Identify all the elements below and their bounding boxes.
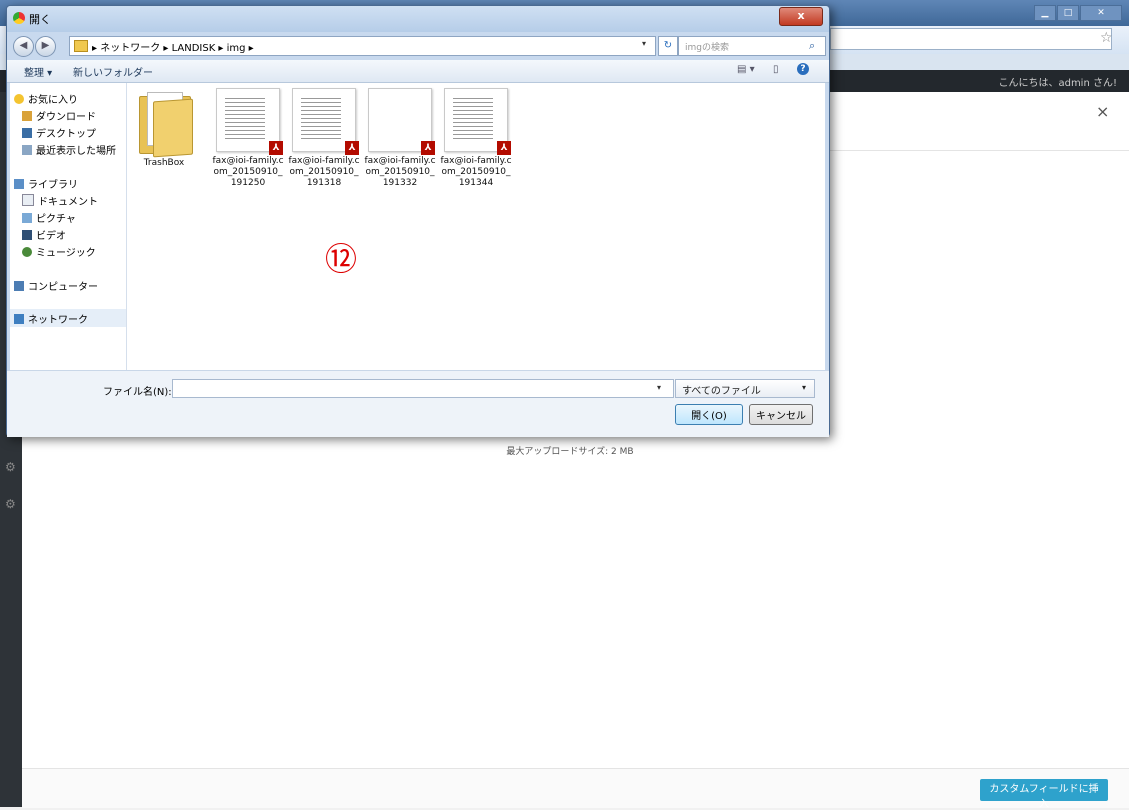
help-icon[interactable]: ? [797, 63, 809, 75]
chevron-down-icon: ▾ [802, 383, 807, 392]
network-icon [14, 314, 24, 324]
file-name: fax@ioi-family.com_20150910_191318 [288, 156, 360, 188]
nav-item-videos[interactable]: ビデオ [22, 227, 66, 243]
computer-icon [14, 281, 24, 291]
file-name: fax@ioi-family.com_20150910_191250 [212, 156, 284, 188]
nav-item-desktop[interactable]: デスクトップ [22, 125, 96, 141]
nav-label: ネットワーク [28, 315, 88, 326]
modal-footer [22, 768, 1129, 808]
music-icon [22, 247, 32, 257]
desktop-icon [22, 128, 32, 138]
file-item-pdf[interactable]: ⅄ fax@ioi-family.com_20150910_191344 [439, 88, 513, 189]
nav-item-music[interactable]: ミュージック [22, 244, 96, 260]
chevron-down-icon[interactable]: ▾ [642, 39, 646, 48]
file-item-pdf[interactable]: ⅄ fax@ioi-family.com_20150910_191318 [287, 88, 361, 189]
nav-label: ビデオ [36, 231, 66, 242]
breadcrumb[interactable]: ▸ ネットワーク ▸ LANDISK ▸ img ▸ ▾ [69, 36, 656, 56]
annotation-number: ⑫ [325, 240, 358, 278]
nav-label: ドキュメント [38, 197, 98, 208]
nav-item-documents[interactable]: ドキュメント [22, 193, 98, 209]
chrome-icon [13, 12, 25, 24]
nav-item-pictures[interactable]: ピクチャ [22, 210, 76, 226]
nav-item-libraries[interactable]: ライブラリ [14, 176, 78, 192]
dialog-titlebar: 開く x [7, 6, 829, 32]
nav-label: ライブラリ [28, 180, 78, 191]
file-item-folder[interactable]: TrashBox [127, 88, 201, 169]
command-bar: 整理 ▾ 新しいフォルダー ▤ ▾ ▯ ? [7, 60, 829, 83]
dialog-title: 開く [29, 13, 51, 26]
cancel-button[interactable]: キャンセル [749, 404, 813, 425]
dialog-close-button[interactable]: x [779, 7, 823, 26]
nav-item-recent[interactable]: 最近表示した場所 [22, 142, 116, 158]
preview-pane-button[interactable]: ▯ [773, 64, 779, 75]
file-name: fax@ioi-family.com_20150910_191344 [440, 156, 512, 188]
window-maximize-button[interactable]: □ [1057, 5, 1079, 21]
pdf-thumbnail-icon: ⅄ [292, 88, 359, 155]
gear-icon[interactable]: ⚙ [5, 497, 16, 511]
library-icon [14, 179, 24, 189]
recent-places-icon [22, 145, 32, 155]
search-placeholder: imgの検索 [685, 43, 729, 53]
video-icon [22, 230, 32, 240]
pdf-badge-icon: ⅄ [269, 141, 283, 155]
nav-label: コンピューター [28, 282, 98, 293]
folder-icon [135, 88, 193, 158]
file-open-dialog: 開く x ◀ ▶ ▸ ネットワーク ▸ LANDISK ▸ img ▸ ▾ ↻ … [6, 5, 830, 437]
insert-into-custom-field-button[interactable]: カスタムフィールドに挿入 [980, 779, 1108, 810]
forward-button[interactable]: ▶ [35, 36, 56, 57]
navigation-pane: お気に入り ダウンロード デスクトップ 最近表示した場所 ライブラリ ドキュメン… [10, 83, 127, 370]
admin-greeting[interactable]: こんにちは、admin さん! [998, 74, 1117, 89]
search-icon[interactable]: ⌕ [809, 39, 815, 53]
pdf-thumbnail-icon: ⅄ [368, 88, 435, 155]
file-list: TrashBox ⅄ fax@ioi-family.com_20150910_1… [127, 83, 825, 370]
window-close-button[interactable]: ✕ [1080, 5, 1122, 21]
filetype-value: すべてのファイル [682, 386, 761, 397]
nav-label: デスクトップ [36, 129, 96, 140]
pdf-thumbnail-icon: ⅄ [444, 88, 511, 155]
file-name: fax@ioi-family.com_20150910_191332 [364, 156, 436, 188]
document-icon [22, 194, 34, 206]
open-button[interactable]: 開く(O) [675, 404, 743, 425]
organize-menu[interactable]: 整理 ▾ [24, 64, 52, 79]
nav-item-downloads[interactable]: ダウンロード [22, 108, 96, 124]
star-icon [14, 94, 24, 104]
nav-item-favorites[interactable]: お気に入り [14, 91, 78, 107]
folder-icon [74, 40, 88, 52]
file-name: TrashBox [143, 158, 185, 168]
address-bar[interactable] [830, 28, 1112, 50]
dialog-footer: ファイル名(N): ▾ すべてのファイル ▾ 開く(O) キャンセル [7, 370, 829, 437]
new-folder-button[interactable]: 新しいフォルダー [73, 64, 153, 79]
window-minimize-button[interactable]: ▁ [1034, 5, 1056, 21]
refresh-button[interactable]: ↻ [658, 36, 678, 56]
nav-label: ダウンロード [36, 112, 96, 123]
nav-item-computer[interactable]: コンピューター [14, 278, 98, 294]
back-button[interactable]: ◀ [13, 36, 34, 57]
pdf-thumbnail-icon: ⅄ [216, 88, 283, 155]
nav-label: ピクチャ [36, 214, 76, 225]
nav-label: ミュージック [36, 248, 96, 259]
pdf-badge-icon: ⅄ [497, 141, 511, 155]
modal-close-icon[interactable]: × [1096, 102, 1109, 121]
max-upload-size-text: 最大アップロードサイズ: 2 MB [506, 447, 634, 457]
pdf-badge-icon: ⅄ [421, 141, 435, 155]
filename-label: ファイル名(N): [103, 387, 172, 398]
filename-input[interactable] [172, 379, 674, 398]
view-options-button[interactable]: ▤ ▾ [737, 64, 755, 75]
search-input[interactable]: imgの検索 ⌕ [678, 36, 826, 56]
nav-item-network[interactable]: ネットワーク [14, 311, 88, 327]
download-folder-icon [22, 111, 32, 121]
filetype-select[interactable]: すべてのファイル ▾ [675, 379, 815, 398]
pictures-icon [22, 213, 32, 223]
nav-label: 最近表示した場所 [36, 146, 116, 157]
breadcrumb-path[interactable]: ▸ ネットワーク ▸ LANDISK ▸ img ▸ [92, 39, 254, 54]
address-row: ◀ ▶ ▸ ネットワーク ▸ LANDISK ▸ img ▸ ▾ ↻ imgの検… [7, 32, 829, 60]
pdf-badge-icon: ⅄ [345, 141, 359, 155]
chevron-down-icon[interactable]: ▾ [657, 383, 661, 392]
file-item-pdf[interactable]: ⅄ fax@ioi-family.com_20150910_191332 [363, 88, 437, 189]
bookmark-star-icon[interactable]: ☆ [1100, 30, 1113, 46]
file-item-pdf[interactable]: ⅄ fax@ioi-family.com_20150910_191250 [211, 88, 285, 189]
nav-label: お気に入り [28, 95, 78, 106]
gear-icon[interactable]: ⚙ [5, 460, 16, 474]
